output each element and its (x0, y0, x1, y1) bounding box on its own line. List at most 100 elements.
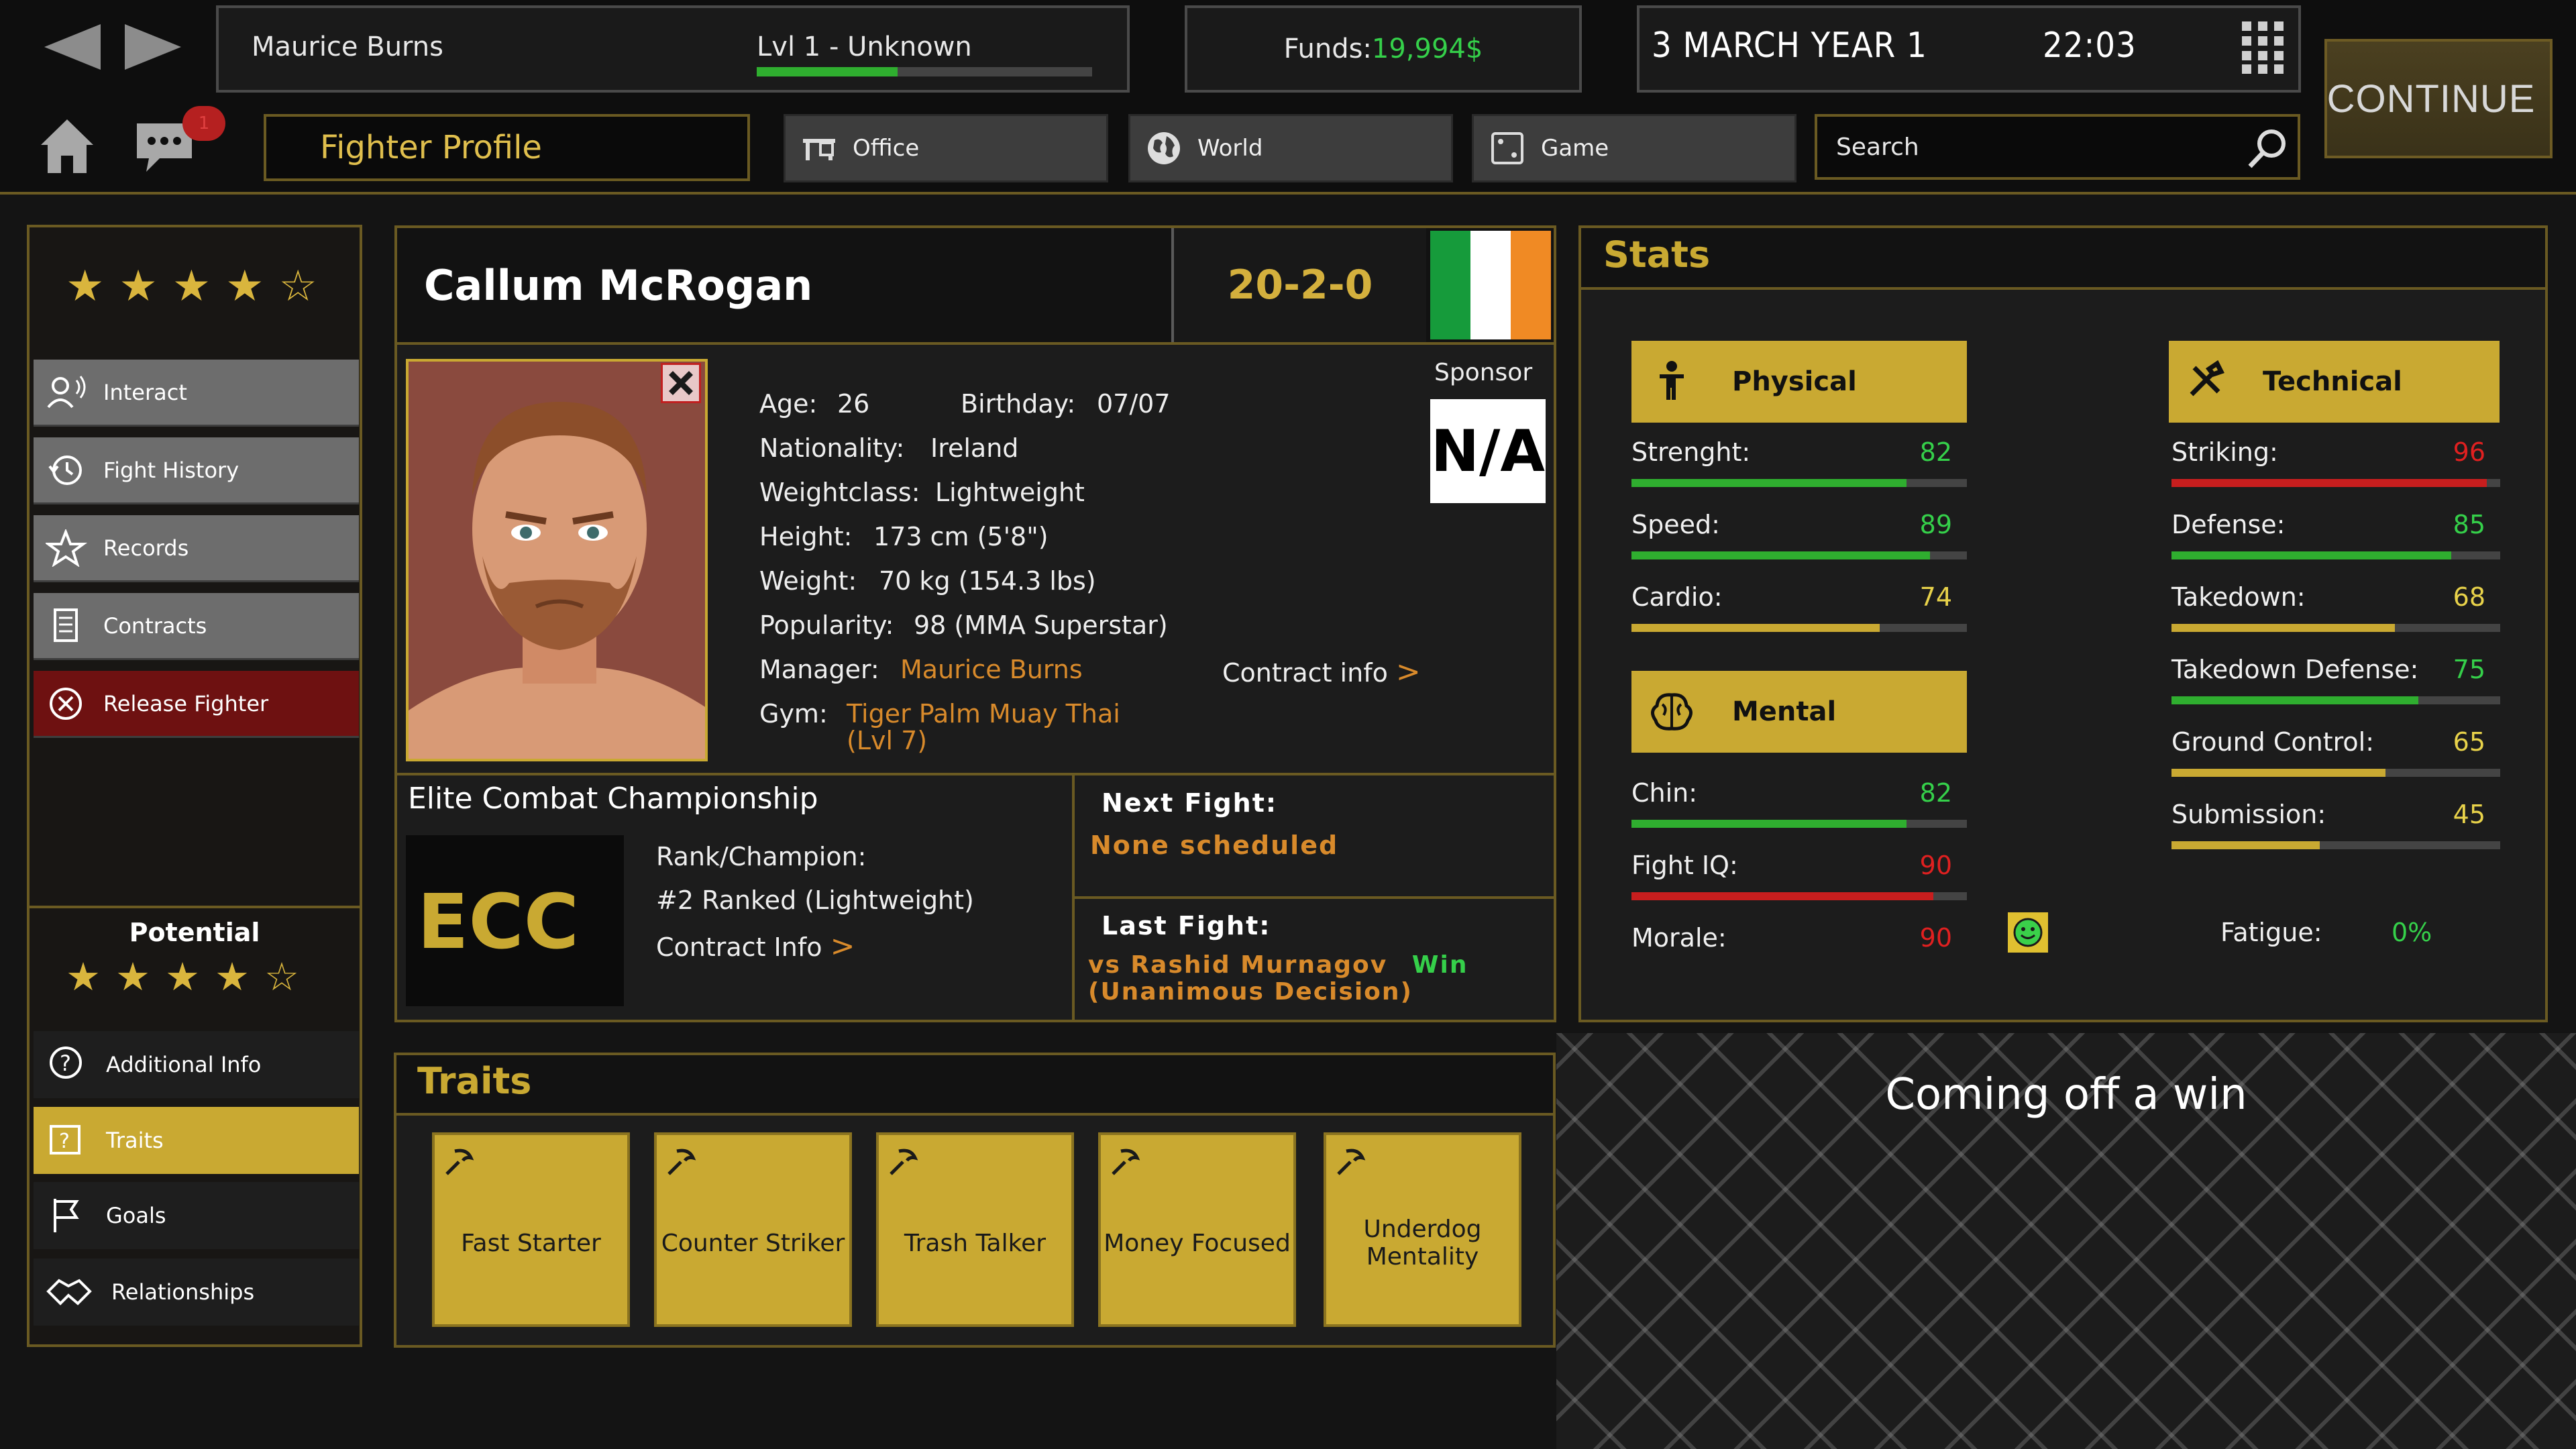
calendar-grid-icon[interactable] (2241, 20, 2288, 75)
stat-value: 89 (1919, 510, 1952, 539)
manager-level: Lvl 1 - Unknown (757, 32, 972, 62)
trait-card-trash-talker[interactable]: Trash Talker (876, 1132, 1074, 1327)
morale-label: Morale: (1631, 923, 1727, 953)
contract-info-link[interactable]: Contract info > (1222, 655, 1421, 689)
tab-game[interactable]: Game (1472, 114, 1796, 182)
sponsor-label: Sponsor (1434, 359, 1533, 386)
trait-icon (667, 1148, 696, 1175)
stat-bar (2171, 624, 2500, 632)
funds-panel: Funds: 19,994$ (1185, 5, 1582, 93)
stat-name: Chin: (1631, 778, 1698, 808)
tab-office[interactable]: Office (784, 114, 1108, 182)
rank-label: Rank/Champion: (656, 842, 867, 871)
star-outline-icon (46, 529, 87, 567)
ecc-logo-text: ECC (417, 881, 579, 961)
trait-card-money-focused[interactable]: Money Focused (1098, 1132, 1296, 1327)
game-date: 3 MARCH YEAR 1 (1652, 25, 1927, 66)
stat-name: Speed: (1631, 510, 1720, 539)
sidebar-item-contracts[interactable]: Contracts (34, 593, 359, 660)
stat-value: 68 (2453, 582, 2485, 612)
stats-title: Stats (1603, 233, 1711, 276)
manager-label: Manager: (759, 655, 879, 684)
stat-bar-fill (1631, 624, 1880, 632)
sidebar-item-additional-info[interactable]: ? Additional Info (34, 1031, 359, 1098)
sidebar-item-label: Traits (106, 1128, 164, 1153)
stat-bar (2171, 841, 2500, 849)
sponsor-logo[interactable]: N/A (1430, 399, 1546, 503)
stat-value: 75 (2453, 655, 2485, 684)
weight-value: 70 kg (154.3 lbs) (879, 566, 1096, 596)
sidebar-item-interact[interactable]: Interact (34, 360, 359, 427)
sidebar-item-relationships[interactable]: Relationships (34, 1258, 359, 1326)
stat-name: Cardio: (1631, 582, 1723, 612)
gym-label: Gym: (759, 699, 828, 729)
forward-arrow-icon[interactable] (119, 20, 186, 74)
height-label: Height: (759, 522, 853, 551)
next-last-divider (1075, 896, 1554, 899)
technical-category: Technical (2169, 341, 2500, 423)
stat-row-takedown-defense: Takedown Defense: 75 (2171, 655, 2500, 704)
injury-bandage-icon (661, 363, 701, 403)
stat-bar-fill (1631, 820, 1907, 828)
sidebar-item-traits[interactable]: ? Traits (34, 1107, 359, 1174)
level-progress-bar (757, 67, 1092, 76)
gym-level: (Lvl 7) (847, 726, 928, 755)
smiley-face-icon (2013, 918, 2043, 947)
page-title: Fighter Profile (264, 114, 750, 181)
potential-stars: ★ ★ ★ ★ ☆ (66, 954, 299, 1000)
stat-bar (2171, 551, 2500, 559)
stat-bar (1631, 624, 1967, 632)
back-arrow-icon[interactable] (39, 20, 106, 74)
stat-bar-fill (1631, 551, 1930, 559)
trait-card-counter-striker[interactable]: Counter Striker (654, 1132, 852, 1327)
search-icon[interactable] (2246, 126, 2289, 170)
sidebar-item-fight-history[interactable]: Fight History (34, 437, 359, 504)
birthday-label: Birthday: (961, 389, 1076, 419)
ecc-logo-icon: ECC (417, 881, 579, 961)
stat-row-morale: Morale: 90 (1631, 923, 1967, 953)
sidebar-item-label: Records (103, 535, 189, 561)
stat-value: 82 (1919, 437, 1952, 467)
continue-button[interactable]: CONTINUE (2324, 39, 2553, 158)
stat-bar-fill (2171, 769, 2385, 777)
release-fighter-button[interactable]: Release Fighter (34, 671, 359, 738)
sidebar-item-label: Release Fighter (103, 690, 269, 716)
popularity-value: 98 (MMA Superstar) (914, 610, 1168, 640)
sidebar-item-goals[interactable]: Goals (34, 1182, 359, 1249)
stat-bar-fill (1631, 479, 1907, 487)
age-value: 26 (837, 389, 870, 419)
potential-label: Potential (129, 918, 260, 947)
dice-icon (1491, 132, 1523, 164)
stat-row-submission: Submission: 45 (2171, 800, 2500, 849)
sidebar-item-records[interactable]: Records (34, 515, 359, 582)
question-bubble-icon: ? (50, 1046, 82, 1079)
rating-stars: ★ ★ ★ ★ ☆ (66, 262, 317, 311)
fatigue-label: Fatigue: (2220, 918, 2322, 947)
rank-value: #2 Ranked (Lightweight) (656, 885, 974, 915)
trait-card-underdog-mentality[interactable]: Underdog Mentality (1324, 1132, 1521, 1327)
trait-card-fast-starter[interactable]: Fast Starter (432, 1132, 630, 1327)
fighter-portrait (406, 359, 708, 761)
last-fight-summary[interactable]: vs Rashid Murnagov Win (1088, 951, 1468, 979)
star-icon: ★ (172, 262, 211, 311)
stat-name: Takedown: (2171, 582, 2306, 612)
manager-link[interactable]: Maurice Burns (900, 655, 1083, 684)
stat-name: Striking: (2171, 437, 2278, 467)
home-icon[interactable] (37, 115, 97, 177)
search-input[interactable]: Search (1815, 114, 2300, 180)
stat-row-striking: Striking: 96 (2171, 437, 2500, 487)
brain-icon (1651, 693, 1693, 731)
stat-bar (2171, 696, 2500, 704)
gym-link[interactable]: Tiger Palm Muay Thai (847, 699, 1120, 729)
globe-icon (1148, 132, 1180, 164)
contract-info-label: Contract info (1222, 658, 1388, 688)
weightclass-label: Weightclass: (759, 478, 920, 507)
tools-icon (2190, 360, 2224, 396)
star-empty-icon: ☆ (278, 262, 317, 311)
stat-row-cardio: Cardio: 74 (1631, 582, 1967, 632)
ecc-logo[interactable]: ECC (406, 835, 624, 1006)
tab-world[interactable]: World (1128, 114, 1453, 182)
org-contract-link[interactable]: Contract Info > (656, 929, 855, 963)
sidebar-item-label: Contracts (103, 612, 207, 639)
star-icon: ★ (66, 954, 101, 1000)
